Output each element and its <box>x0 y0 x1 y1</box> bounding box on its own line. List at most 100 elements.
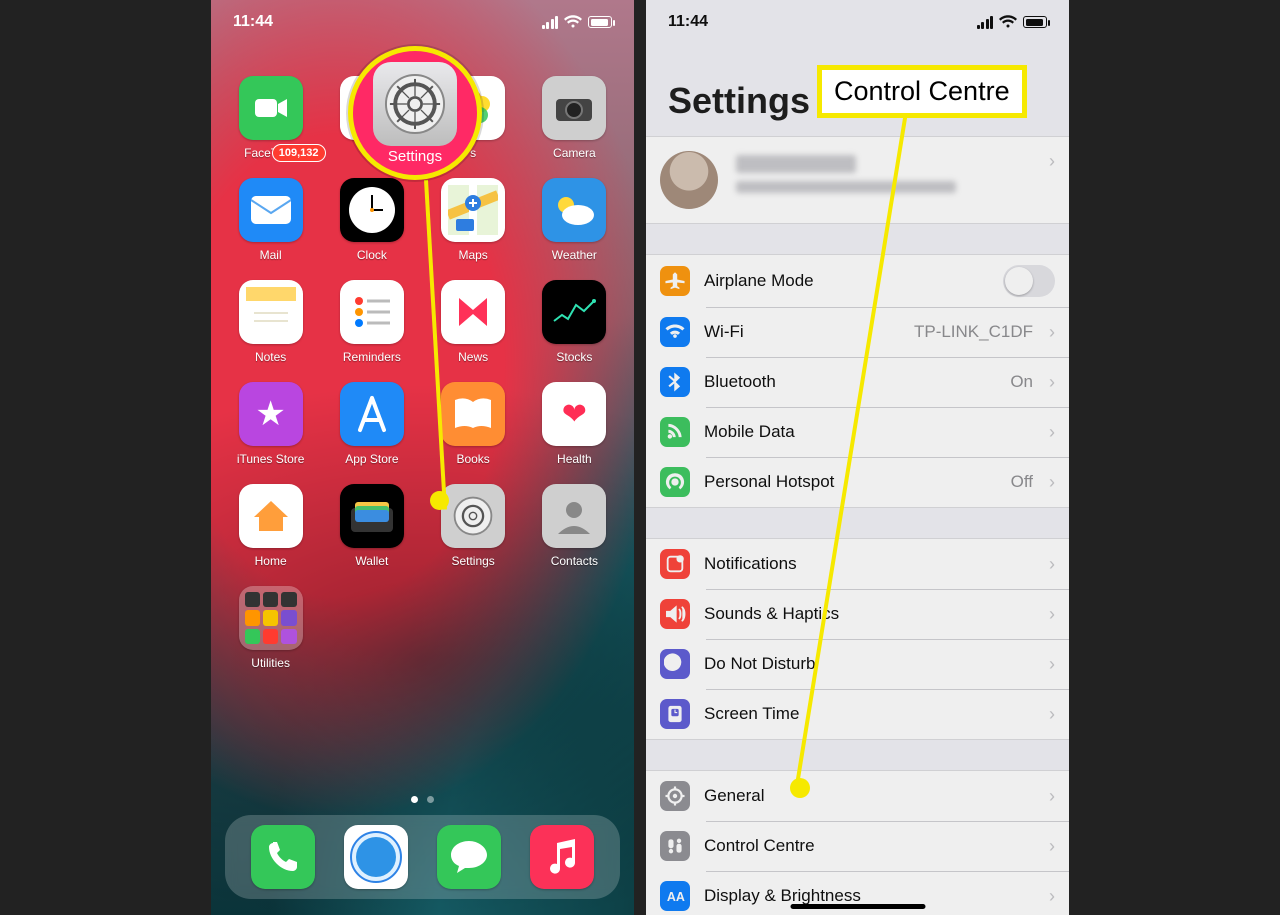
row-label: General <box>704 786 1035 806</box>
row-label: Screen Time <box>704 704 1035 724</box>
app-itunes[interactable]: ★iTunes Store <box>231 382 310 466</box>
row-label: Bluetooth <box>704 372 996 392</box>
app-utilities[interactable]: Utilities <box>231 586 310 670</box>
row-label: Sounds & Haptics <box>704 604 1035 624</box>
app-mail[interactable]: 109,132Mail <box>231 178 310 262</box>
app-books[interactable]: Books <box>434 382 513 466</box>
cellular-icon <box>977 16 994 29</box>
app-label: Weather <box>552 248 597 262</box>
row-label: Display & Brightness <box>704 886 1035 906</box>
row-label: Mobile Data <box>704 422 1035 442</box>
status-time: 11:44 <box>233 13 273 31</box>
row-hotspot[interactable]: Personal HotspotOff› <box>646 457 1069 507</box>
settings-group-general: General›Control Centre›AADisplay & Brigh… <box>646 770 1069 915</box>
settings-group-connectivity: Airplane Mode Wi-FiTP-LINK_C1DF› Bluetooth… <box>646 254 1069 508</box>
app-health[interactable]: ❤ Health <box>535 382 614 466</box>
dock-phone[interactable] <box>251 825 315 889</box>
home-app-icon <box>239 484 303 548</box>
settings-group-notifications: Notifications›Sounds & Haptics›Do Not Di… <box>646 538 1069 740</box>
app-label: Settings <box>451 554 494 568</box>
status-bar: 11:44 <box>646 0 1069 44</box>
row-value: On <box>1010 372 1033 392</box>
avatar <box>660 151 718 209</box>
app-reminders[interactable]: Reminders <box>332 280 411 364</box>
page-dot-active <box>411 796 418 803</box>
chevron-right-icon: › <box>1049 604 1055 625</box>
app-camera[interactable]: Camera <box>535 76 614 160</box>
app-clock[interactable]: Clock <box>332 178 411 262</box>
settings-screen: 11:44 Settings › <box>646 0 1069 915</box>
app-weather[interactable]: Weather <box>535 178 614 262</box>
annotation-end-dot <box>430 491 449 510</box>
app-maps[interactable]: Maps <box>434 178 513 262</box>
app-wallet[interactable]: Wallet <box>332 484 411 568</box>
chevron-right-icon: › <box>1049 886 1055 907</box>
row-sounds[interactable]: Sounds & Haptics › <box>646 589 1069 639</box>
chevron-right-icon: › <box>1049 472 1055 493</box>
profile-name-redacted <box>736 155 856 173</box>
mobile-icon <box>660 417 690 447</box>
svg-text:AA: AA <box>667 890 685 904</box>
weather-icon <box>542 178 606 242</box>
apple-id-row[interactable]: › <box>646 137 1069 223</box>
switch-airplane[interactable] <box>1003 265 1055 297</box>
hotspot-icon <box>660 467 690 497</box>
app-label: Utilities <box>251 656 290 670</box>
app-label: Health <box>557 452 592 466</box>
row-label: Airplane Mode <box>704 271 989 291</box>
chevron-right-icon: › <box>1049 654 1055 675</box>
app-label: Maps <box>458 248 487 262</box>
row-screentime[interactable]: Screen Time › <box>646 689 1069 739</box>
row-control[interactable]: Control Centre› <box>646 821 1069 871</box>
app-contacts[interactable]: Contacts <box>535 484 614 568</box>
row-label: Notifications <box>704 554 1035 574</box>
annotation-end-dot <box>790 778 810 798</box>
app-label: Reminders <box>343 350 401 364</box>
chevron-right-icon: › <box>1049 151 1055 172</box>
health-icon: ❤ <box>542 382 606 446</box>
settings-phone: 11:44 Settings › <box>646 0 1069 915</box>
dock-music[interactable] <box>530 825 594 889</box>
control-icon <box>660 831 690 861</box>
dock-safari[interactable] <box>344 825 408 889</box>
app-label: Wallet <box>355 554 388 568</box>
callout-control-centre: Control Centre <box>817 65 1027 118</box>
row-general[interactable]: General› <box>646 771 1069 821</box>
screentime-icon <box>660 699 690 729</box>
app-home-app[interactable]: Home <box>231 484 310 568</box>
settings-icon <box>441 484 505 548</box>
utilities-icon <box>239 586 303 650</box>
battery-icon <box>1023 16 1047 28</box>
app-notes[interactable]: Notes <box>231 280 310 364</box>
zoom-settings-tile <box>373 62 457 146</box>
books-icon <box>441 382 505 446</box>
app-appstore[interactable]: App Store <box>332 382 411 466</box>
row-wifi[interactable]: Wi-FiTP-LINK_C1DF› <box>646 307 1069 357</box>
maps-icon <box>441 178 505 242</box>
row-value: TP-LINK_C1DF <box>914 322 1033 342</box>
dock <box>225 815 620 899</box>
app-news[interactable]: News <box>434 280 513 364</box>
chevron-right-icon: › <box>1049 704 1055 725</box>
app-stocks[interactable]: Stocks <box>535 280 614 364</box>
dock-messages[interactable] <box>437 825 501 889</box>
facetime-icon <box>239 76 303 140</box>
row-notifications[interactable]: Notifications› <box>646 539 1069 589</box>
zoom-highlight: Settings <box>348 46 482 180</box>
row-airplane[interactable]: Airplane Mode <box>646 255 1069 307</box>
status-bar: 11:44 <box>211 0 634 44</box>
dnd-icon <box>660 649 690 679</box>
profile-section: › <box>646 136 1069 224</box>
app-label: Clock <box>357 248 387 262</box>
badge-mail: 109,132 <box>272 144 326 162</box>
status-time: 11:44 <box>668 13 708 31</box>
news-icon <box>441 280 505 344</box>
app-label: Home <box>255 554 287 568</box>
wifi-icon <box>564 15 582 29</box>
sounds-icon <box>660 599 690 629</box>
itunes-icon: ★ <box>239 382 303 446</box>
row-dnd[interactable]: Do Not Disturb› <box>646 639 1069 689</box>
notes-icon <box>239 280 303 344</box>
wifi-icon <box>660 317 690 347</box>
bluetooth-icon <box>660 367 690 397</box>
